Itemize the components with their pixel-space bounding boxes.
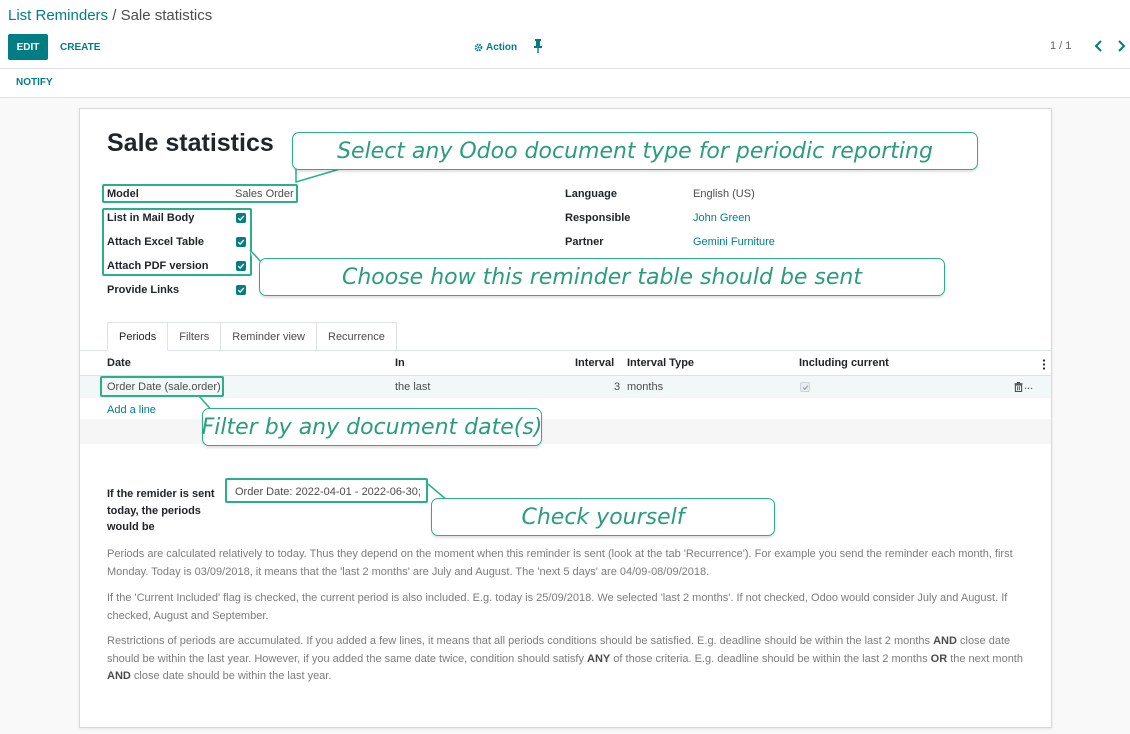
periods-preview-label: If the remider is sent today, the period… <box>107 488 215 533</box>
pin-icon[interactable] <box>533 38 543 54</box>
breadcrumb-separator: / <box>108 7 121 24</box>
breadcrumb-current: Sale statistics <box>120 7 213 24</box>
tab-recurrence[interactable]: Recurrence <box>317 322 397 351</box>
help-paragraph-3: Restrictions of periods are accumulated.… <box>107 635 1023 682</box>
add-line-link[interactable]: Add a line <box>107 404 156 416</box>
row-in-cell[interactable]: the last <box>395 381 430 393</box>
control-panel-divider <box>0 68 1130 69</box>
chevron-right-icon[interactable] <box>1115 38 1127 54</box>
send-options-highlight <box>102 208 252 276</box>
notebook-tabs: Periods Filters Reminder view Recurrence <box>107 322 397 351</box>
responsible-label: Responsible <box>565 212 631 224</box>
action-label: Action <box>486 41 518 53</box>
language-label: Language <box>565 188 617 200</box>
tab-reminder-view[interactable]: Reminder view <box>221 322 317 351</box>
check-icon <box>802 384 808 390</box>
notify-button[interactable]: NOTIFY <box>16 77 53 88</box>
help-paragraph-1: Periods are calculated relatively to tod… <box>107 548 1013 578</box>
column-header-in[interactable]: In <box>395 357 405 369</box>
row-including-current-checkbox[interactable] <box>800 382 810 392</box>
control-panel: List Reminders / Sale statistics EDIT CR… <box>0 0 1130 98</box>
tab-filters[interactable]: Filters <box>168 322 222 351</box>
check-icon <box>237 287 245 293</box>
gear-icon <box>474 43 483 51</box>
responsible-link[interactable]: John Green <box>693 212 750 224</box>
callout-check: Check yourself <box>431 498 775 536</box>
row-more-ellipsis: ... <box>1024 380 1034 392</box>
periods-preview-highlight <box>225 478 428 503</box>
column-options-icon[interactable] <box>1042 359 1046 370</box>
breadcrumb: List Reminders / Sale statistics <box>8 7 212 24</box>
help-paragraph-2: If the 'Current Included' flag is checke… <box>107 592 1008 622</box>
page-title[interactable]: Sale statistics <box>107 129 274 158</box>
row-interval-cell[interactable]: 3 <box>614 381 620 393</box>
callout-send: Choose how this reminder table should be… <box>259 258 945 296</box>
column-header-interval[interactable]: Interval <box>575 357 614 369</box>
partner-label: Partner <box>565 236 604 248</box>
trash-icon[interactable] <box>1014 382 1023 392</box>
date-highlight <box>100 376 224 397</box>
column-header-date[interactable]: Date <box>107 357 131 369</box>
model-highlight <box>102 184 298 203</box>
table-row[interactable] <box>80 376 1051 398</box>
language-value[interactable]: English (US) <box>693 188 755 200</box>
pager-value[interactable]: 1 / 1 <box>1050 40 1071 52</box>
column-header-interval-type[interactable]: Interval Type <box>627 357 694 369</box>
tab-periods[interactable]: Periods <box>107 322 169 351</box>
callout-date: Filter by any document date(s) <box>202 408 542 446</box>
action-menu-button[interactable]: Action <box>474 34 517 60</box>
breadcrumb-parent-link[interactable]: List Reminders <box>8 7 108 24</box>
callout-model: Select any Odoo document type for period… <box>292 132 978 170</box>
create-button[interactable]: CREATE <box>60 34 100 60</box>
chevron-left-icon[interactable] <box>1093 38 1105 54</box>
partner-link[interactable]: Gemini Furniture <box>693 236 775 248</box>
edit-button[interactable]: EDIT <box>8 34 48 60</box>
row-interval-type-cell[interactable]: months <box>627 381 663 393</box>
provide-links-label: Provide Links <box>107 284 180 296</box>
column-header-including-current[interactable]: Including current <box>799 357 889 369</box>
provide-links-checkbox[interactable] <box>236 285 246 295</box>
